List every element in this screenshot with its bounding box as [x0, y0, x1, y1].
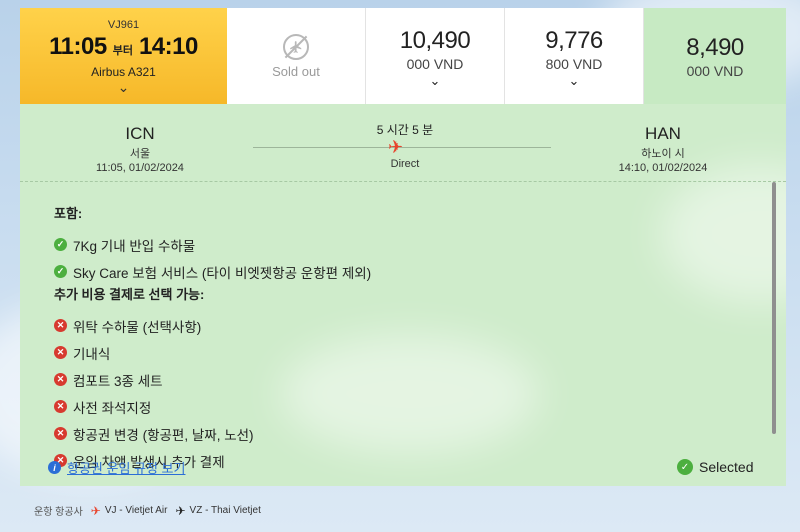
optional-item: ✕ 위탁 수하물 (선택사항) [54, 312, 371, 339]
legend-vz: VZ - Thai Vietjet [189, 505, 261, 516]
depart-time: 11:05 [49, 33, 107, 60]
departure-code: ICN [125, 124, 155, 143]
chevron-down-icon[interactable]: ⌄ [569, 74, 580, 87]
aircraft-type: Airbus A321 [91, 65, 156, 79]
airline-legend: 운항 항공사 ✈ VJ - Vietjet Air ✈ VZ - Thai Vi… [34, 503, 261, 519]
fare-cell-price-3-selected[interactable]: 8,490 000 VND [644, 8, 786, 104]
arrival-city: 하노이 시 [641, 148, 685, 160]
included-item: ✓ Sky Care 보험 서비스 (타이 비엣젯항공 운항편 제외) [54, 258, 371, 285]
fare-price-amount: 8,490 [686, 33, 744, 61]
route-summary: ICN 서울 11:05, 01/02/2024 5 시간 5 분 ✈ Dire… [20, 104, 786, 182]
optional-item-label: 항공권 변경 (항공편, 날짜, 노선) [73, 427, 254, 443]
from-label: 부터 [112, 45, 133, 57]
departure-city: 서울 [129, 148, 151, 160]
arrive-time: 14:10 [138, 33, 198, 60]
arrival-datetime: 14:10, 01/02/2024 [618, 162, 708, 174]
fare-detail-panel: ICN 서울 11:05, 01/02/2024 5 시간 5 분 ✈ Dire… [20, 104, 786, 486]
legend-vj: VJ - Vietjet Air [104, 505, 168, 516]
cross-icon: ✕ [54, 373, 67, 386]
included-heading: 포함: [54, 206, 83, 221]
thai-vietjet-plane-icon: ✈ [175, 503, 186, 518]
flight-duration: 5 시간 5 분 [376, 123, 434, 137]
check-icon: ✓ [54, 265, 67, 278]
optional-item-label: 위탁 수하물 (선택사항) [73, 319, 202, 335]
fare-cell-price-1[interactable]: 10,490 000 VND ⌄ [366, 8, 505, 104]
arrival-airport: HAN 하노이 시 14:10, 01/02/2024 [593, 124, 733, 174]
check-circle-icon: ✓ [677, 459, 693, 475]
flight-summary-cell[interactable]: VJ961 11:05 부터 14:10 Airbus A321 ⌄ [20, 8, 227, 104]
optional-item: ✕ 사전 좌석지정 [54, 393, 371, 420]
fare-cell-sold-out: Sold out [227, 8, 366, 104]
optional-item: ✕ 컴포트 3종 세트 [54, 366, 371, 393]
airplane-icon: ✈ [388, 137, 404, 157]
legend-label: 운항 항공사 [34, 507, 83, 518]
departure-airport: ICN 서울 11:05, 01/02/2024 [70, 124, 210, 174]
fare-row: VJ961 11:05 부터 14:10 Airbus A321 ⌄ Sold … [20, 8, 786, 104]
fare-price-amount: 10,490 [399, 26, 471, 54]
cross-icon: ✕ [54, 400, 67, 413]
selected-label: Selected [699, 459, 754, 475]
sold-out-label: Sold out [272, 63, 320, 79]
cross-icon: ✕ [54, 427, 67, 440]
chevron-down-icon[interactable]: ⌄ [118, 80, 130, 94]
fare-rules-link[interactable]: i 항공권 운임 규정 보기 [48, 458, 185, 477]
chevron-down-icon[interactable]: ⌄ [430, 74, 441, 87]
flight-times: 11:05 부터 14:10 [49, 33, 198, 61]
selected-badge: ✓ Selected [677, 459, 753, 475]
optional-item-label: 컴포트 3종 세트 [73, 373, 163, 389]
cross-icon: ✕ [54, 346, 67, 359]
fare-rules-label[interactable]: 항공권 운임 규정 보기 [67, 458, 185, 477]
fare-price-unit: 800 VND [545, 55, 603, 72]
info-icon: i [48, 461, 61, 474]
optional-item-label: 사전 좌석지정 [73, 400, 152, 416]
included-item: ✓ 7Kg 기내 반입 수하물 [54, 231, 371, 258]
cross-icon: ✕ [54, 319, 67, 332]
scrollbar[interactable] [772, 182, 776, 434]
fare-cell-price-2[interactable]: 9,776 800 VND ⌄ [505, 8, 644, 104]
fare-features: 포함: ✓ 7Kg 기내 반입 수하물 ✓ Sky Care 보험 서비스 (타… [54, 204, 371, 474]
optional-heading: 추가 비용 결제로 선택 가능: [54, 287, 205, 302]
optional-item-label: 기내식 [73, 346, 111, 362]
vietjet-plane-icon: ✈ [90, 503, 101, 518]
included-item-label: Sky Care 보험 서비스 (타이 비엣젯항공 운항편 제외) [73, 265, 372, 281]
check-icon: ✓ [54, 238, 67, 251]
fare-price-amount: 9,776 [545, 26, 603, 54]
fare-price-unit: 000 VND [406, 55, 464, 72]
no-flight-icon [283, 33, 309, 60]
included-item-label: 7Kg 기내 반입 수하물 [73, 238, 196, 254]
optional-item: ✕ 기내식 [54, 339, 371, 366]
departure-datetime: 11:05, 01/02/2024 [96, 162, 184, 174]
optional-item: ✕ 항공권 변경 (항공편, 날짜, 노선) [54, 420, 371, 447]
arrival-code: HAN [645, 124, 681, 143]
direct-label: Direct [390, 158, 420, 170]
fare-price-unit: 000 VND [686, 62, 744, 79]
flight-number: VJ961 [107, 19, 140, 31]
